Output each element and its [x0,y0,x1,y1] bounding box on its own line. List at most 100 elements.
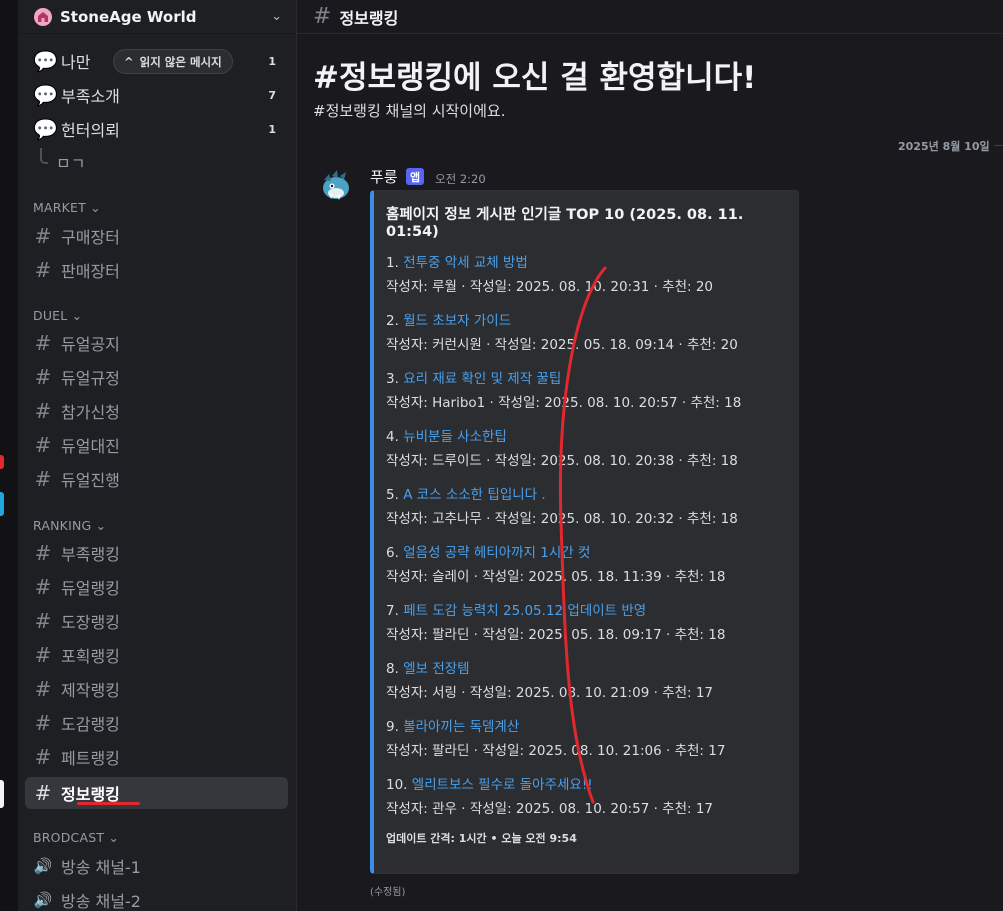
chat-main: # 정보랭킹 #정보랭킹에 오신 걸 환영합니다! #정보랭킹 채널의 시작이에… [297,0,1003,911]
channel-label: 페트랭킹 [61,749,120,768]
category-duel[interactable]: DUEL ⌄ [33,308,82,323]
entry-link[interactable]: 뉴비분들 사소한팁 [403,429,507,445]
entry-link[interactable]: 월드 초보자 가이드 [403,313,511,329]
hash-icon: # [34,575,52,599]
entry-rank: 1. [386,255,399,271]
forum-icon: 💬 [33,49,58,73]
channel-label: 듀얼규정 [61,369,120,388]
message-author[interactable]: 푸룽 [370,166,398,187]
channel-label: 듀얼진행 [61,471,120,490]
channel-item[interactable]: 💬 부족소개 7 [25,79,288,111]
channel-item-active[interactable]: # 정보랭킹 [25,777,288,809]
chevron-down-icon: ⌄ [95,518,107,533]
unread-count: 1 [268,54,276,68]
entry-link[interactable]: 엘보 전장템 [403,661,469,677]
channel-item[interactable]: # 듀얼진행 [25,463,288,495]
date-divider-label: 2025년 8월 10일 [894,138,994,154]
channel-label: 참가신청 [61,403,120,422]
channel-header: # 정보랭킹 [297,0,1003,34]
entry-rank: 3. [386,371,399,387]
welcome-title: #정보랭킹에 오신 걸 환영합니다! [313,60,757,96]
embed-title: 홈페이지 정보 게시판 인기글 TOP 10 (2025. 08. 11. 01… [386,207,744,240]
rail-mark [0,455,4,469]
chevron-up-icon: ^ [124,54,134,69]
channel-item[interactable]: # 듀얼랭킹 [25,571,288,603]
entry-rank: 7. [386,603,399,619]
category-ranking[interactable]: RANKING ⌄ [33,518,106,533]
hash-icon: # [34,781,52,805]
entry-link[interactable]: 전투중 악세 교체 방법 [403,255,528,271]
channel-label: 포획랭킹 [61,647,120,666]
hash-icon: # [34,609,52,633]
speaker-icon: 🔊 [33,857,53,875]
avatar[interactable] [315,166,355,206]
entry-rank: 8. [386,661,399,677]
locked-hash-icon: # [34,224,52,248]
channel-label: 부족랭킹 [61,545,120,564]
unread-count: 7 [268,88,276,102]
channel-label: 방송 채널-2 [61,892,141,911]
annotation-curve [558,266,607,804]
channel-item[interactable]: # 구매장터 [25,220,288,252]
locked-hash-icon: # [34,365,52,389]
channel-label: 방송 채널-1 [61,858,141,877]
entry-link[interactable]: 볼라아끼는 독뎀계산 [403,719,519,735]
channel-title: 정보랭킹 [339,8,399,28]
channel-item[interactable]: # 참가신청 [25,395,288,427]
chevron-down-icon: ⌄ [90,200,101,215]
embed-footer: 업데이트 간격: 1시간 • 오늘 오전 9:54 [386,832,577,845]
entry-link[interactable]: 요리 재료 확인 및 제작 꿀팁 [403,371,561,387]
unread-messages-pill[interactable]: ^ 읽지 않은 메시지 [113,49,233,74]
channel-item[interactable]: # 부족랭킹 [25,537,288,569]
channel-label: 제작랭킹 [61,681,120,700]
channel-item[interactable]: # 제작랭킹 [25,673,288,705]
rail-mark [0,492,4,516]
entry-rank: 6. [386,545,399,561]
unread-count: 1 [268,122,276,136]
category-label: RANKING [33,518,92,533]
server-name: StoneAge World [60,7,197,26]
channel-item[interactable]: # 페트랭킹 [25,741,288,773]
app-badge: 앱 [406,168,425,185]
forum-icon: 💬 [33,83,58,107]
entry-rank: 5. [386,487,399,503]
server-rail [0,0,18,911]
channel-item[interactable]: 🔊 방송 채널-1 [25,850,288,882]
channel-label: 듀얼대진 [61,437,120,456]
entry-link[interactable]: A 코스 소소한 팁입니다 . [403,487,545,503]
channel-label: 도장랭킹 [61,613,120,632]
category-broadcast[interactable]: BRODCAST ⌄ [33,830,119,845]
chevron-down-icon[interactable]: ⌄ [271,9,282,24]
chevron-down-icon: ⌄ [71,308,83,323]
unread-pill-label: 읽지 않은 메시지 [139,54,222,69]
hash-icon: # [313,4,332,29]
edited-label: (수정됨) [370,887,406,898]
channel-item[interactable]: # 듀얼공지 [25,327,288,359]
channel-label: 도감랭킹 [61,715,120,734]
channel-item[interactable]: 💬 헌터의뢰 1 [25,113,288,145]
rail-mark [0,780,4,808]
forum-icon: 💬 [33,117,58,141]
server-icon [34,7,52,26]
channel-item[interactable]: # 듀얼대진 [25,429,288,461]
thread-item[interactable]: ㅁㄱ [48,146,288,178]
locked-hash-icon: # [34,258,52,282]
dragon-avatar-icon [323,170,349,200]
channel-label: 부족소개 [61,87,120,106]
thread-connector [40,148,48,164]
channel-item[interactable]: # 도감랭킹 [25,707,288,739]
channel-item[interactable]: # 판매장터 [25,254,288,286]
hash-icon: # [34,711,52,735]
channel-label: 헌터의뢰 [61,121,120,140]
chevron-down-icon: ⌄ [108,830,120,845]
channel-item[interactable]: 🔊 방송 채널-2 [25,884,288,911]
category-market[interactable]: MARKET ⌄ [33,200,101,215]
channel-item[interactable]: # 포획랭킹 [25,639,288,671]
channel-label: 듀얼랭킹 [61,579,120,598]
channel-item[interactable]: # 듀얼규정 [25,361,288,393]
channel-label: 판매장터 [61,262,120,281]
channel-item[interactable]: # 도장랭킹 [25,605,288,637]
server-header[interactable]: StoneAge World ⌄ [18,0,296,34]
message-timestamp: 오전 2:20 [435,172,486,186]
annotation-underline [77,802,140,805]
